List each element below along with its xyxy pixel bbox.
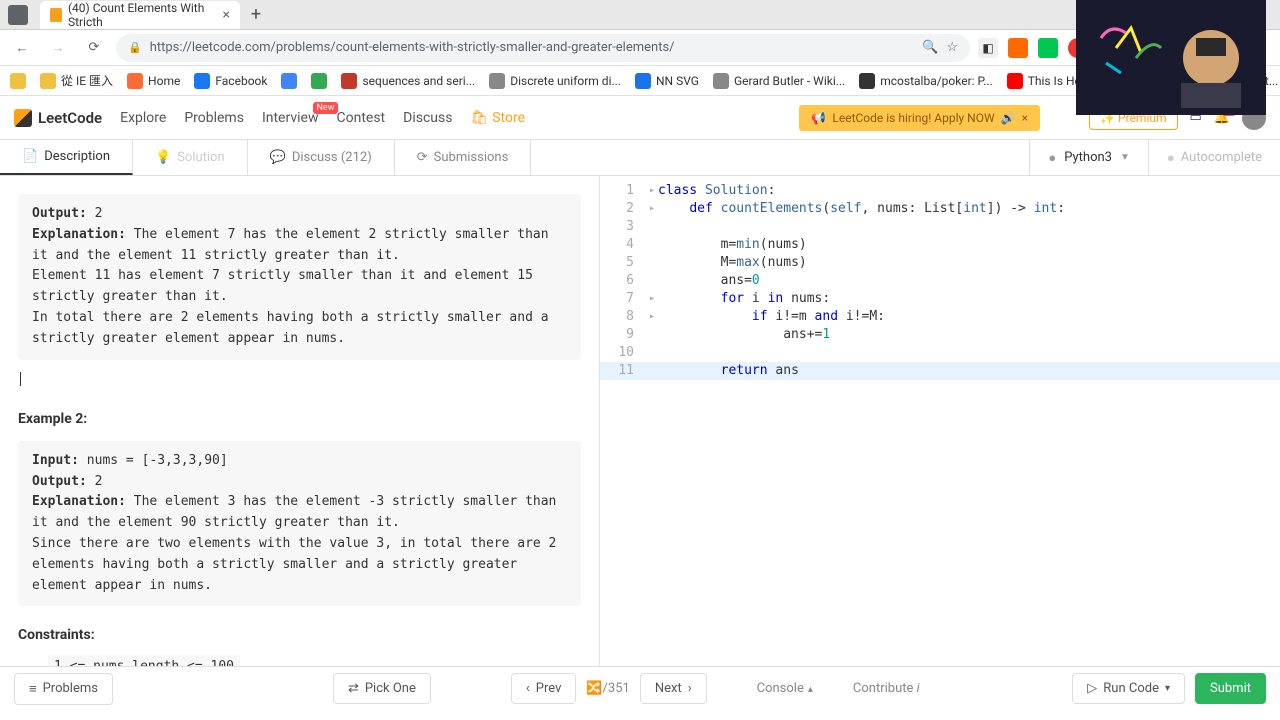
example2-heading: Example 2: — [18, 408, 581, 430]
address-bar[interactable]: 🔒 https://leetcode.com/problems/count-el… — [116, 34, 970, 62]
pick-one-button[interactable]: ⇄Pick One — [333, 673, 431, 704]
nav-discuss[interactable]: Discuss — [403, 110, 452, 126]
run-code-button[interactable]: ▷Run Code▾ — [1072, 673, 1185, 704]
prev-button[interactable]: ‹Prev — [511, 673, 577, 704]
list-icon: ≡ — [29, 681, 37, 697]
description-icon: 📄 — [22, 149, 38, 164]
tab-solution[interactable]: 💡Solution — [133, 140, 248, 175]
tab-description[interactable]: 📄Description — [0, 140, 133, 175]
constraint-item: 1 <= nums.length <= 100 — [48, 655, 240, 666]
bookmark-item[interactable]: mcostalba/poker: P... — [859, 73, 992, 89]
code-editor-pane[interactable]: 1▸class Solution: 2▸ def countElements(s… — [600, 176, 1280, 666]
chevron-left-icon: ‹ — [526, 681, 530, 696]
lock-icon: 🔒 — [128, 41, 142, 54]
leetcode-favicon-icon — [50, 8, 62, 22]
problem-counter: 🔀/351 — [586, 681, 629, 696]
chevron-down-icon: ▾ — [1165, 683, 1170, 694]
bookmark-item[interactable]: Home — [127, 73, 180, 89]
webcam-overlay — [1076, 0, 1266, 115]
store-icon: 🛍 — [470, 110, 488, 126]
bookmark-item[interactable] — [281, 73, 297, 89]
bookmark-item[interactable]: sequences and seri... — [341, 73, 475, 89]
submit-button[interactable]: Submit — [1195, 673, 1266, 704]
nav-explore[interactable]: Explore — [120, 110, 166, 126]
apps-icon[interactable] — [10, 73, 26, 89]
leetcode-logo-icon — [14, 109, 32, 127]
problem-description-pane[interactable]: Output: 2 Explanation: The element 7 has… — [0, 176, 600, 666]
forward-button[interactable]: → — [44, 34, 72, 62]
example1-block: Output: 2 Explanation: The element 7 has… — [18, 194, 581, 360]
bookmark-item[interactable]: Gerard Butler - Wiki... — [713, 73, 845, 89]
shuffle-icon: ⇄ — [348, 681, 359, 696]
autocomplete-toggle[interactable]: ●Autocomplete — [1148, 140, 1280, 175]
megaphone-icon: 📢 — [811, 111, 826, 125]
bottom-bar: ≡Problems ⇄Pick One ‹Prev 🔀/351 Next› Co… — [0, 666, 1280, 710]
example2-block: Input: nums = [-3,3,3,90] Output: 2 Expl… — [18, 441, 581, 607]
leetcode-nav: Explore Problems InterviewNew Contest Di… — [120, 110, 525, 126]
next-button[interactable]: Next› — [640, 673, 707, 704]
constraints-list: 1 <= nums.length <= 100 -105 <= nums[i] … — [18, 655, 581, 666]
banner-close-icon[interactable]: × — [1022, 111, 1028, 125]
discuss-icon: 💬 — [270, 150, 286, 165]
random-icon: 🔀 — [586, 681, 602, 696]
hiring-banner[interactable]: 📢 LeetCode is hiring! Apply NOW 🔊 × — [799, 105, 1040, 131]
bookmark-star-icon[interactable]: ☆ — [946, 40, 958, 55]
tab-title: (40) Count Elements With Stricth — [68, 1, 217, 29]
new-tab-button[interactable]: + — [244, 3, 268, 27]
new-badge: New — [313, 102, 339, 114]
bookmark-item[interactable]: Facebook — [194, 73, 267, 89]
app-menu-icon[interactable] — [8, 5, 28, 25]
console-toggle[interactable]: Console — [757, 681, 813, 696]
url-text: https://leetcode.com/problems/count-elem… — [150, 40, 914, 55]
nav-store[interactable]: 🛍Store — [470, 110, 525, 126]
submissions-icon: ⟳ — [417, 150, 428, 165]
play-icon: ▷ — [1087, 681, 1097, 696]
zoom-icon[interactable]: 🔍 — [922, 40, 938, 55]
code-editor[interactable]: 1▸class Solution: 2▸ def countElements(s… — [600, 176, 1280, 386]
bookmark-item[interactable]: Discrete uniform di... — [489, 73, 621, 89]
bookmark-item[interactable]: NN SVG — [635, 73, 699, 89]
nav-interview[interactable]: InterviewNew — [262, 110, 319, 126]
language-select[interactable]: ●Python3▼ — [1029, 140, 1148, 175]
tab-discuss[interactable]: 💬Discuss (212) — [248, 140, 395, 175]
solution-icon: 💡 — [155, 150, 171, 165]
ext-icon-3[interactable] — [1038, 38, 1058, 58]
tab-strip: (40) Count Elements With Stricth × + — [0, 0, 1191, 29]
leetcode-logo[interactable]: LeetCode — [14, 109, 102, 127]
problem-tabs: 📄Description 💡Solution 💬Discuss (212) ⟳S… — [0, 140, 1280, 176]
chevron-down-icon: ▼ — [1120, 152, 1130, 163]
tab-submissions[interactable]: ⟳Submissions — [395, 140, 532, 175]
nav-problems[interactable]: Problems — [184, 110, 244, 126]
reload-button[interactable]: ⟳ — [80, 34, 108, 62]
problems-button[interactable]: ≡Problems — [14, 673, 113, 705]
browser-tab[interactable]: (40) Count Elements With Stricth × — [40, 1, 240, 29]
constraints-heading: Constraints: — [18, 624, 581, 646]
main-split: Output: 2 Explanation: The element 7 has… — [0, 176, 1280, 666]
nav-contest[interactable]: Contest — [336, 110, 385, 126]
ext-icon-1[interactable]: ◧ — [978, 38, 998, 58]
close-tab-icon[interactable]: × — [223, 7, 230, 23]
ext-icon-2[interactable] — [1008, 38, 1028, 58]
speaker-icon: 🔊 — [1001, 111, 1016, 125]
webcam-content — [1081, 8, 1261, 108]
text-cursor — [20, 372, 21, 386]
back-button[interactable]: ← — [8, 34, 36, 62]
bookmark-item[interactable]: 從 IE 匯入 — [40, 72, 113, 89]
chevron-right-icon: › — [688, 681, 692, 696]
contribute-link[interactable]: Contribute i — [853, 681, 920, 696]
bookmark-item[interactable] — [311, 73, 327, 89]
